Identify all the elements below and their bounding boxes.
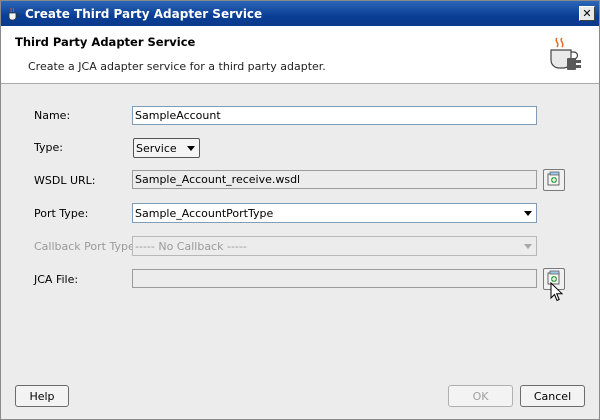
dialog-window: Create Third Party Adapter Service ✕ Thi… [0, 0, 600, 420]
callback-port-type-select: ----- No Callback ----- [132, 236, 537, 256]
chevron-down-icon [520, 237, 536, 255]
wsdl-url-label: WSDL URL: [34, 174, 96, 187]
type-label: Type: [34, 141, 63, 154]
callback-port-type-label: Callback Port Type: [34, 240, 139, 253]
close-icon: ✕ [582, 7, 592, 20]
header-panel: Third Party Adapter Service Create a JCA… [1, 26, 599, 84]
page-description: Create a JCA adapter service for a third… [28, 60, 326, 73]
name-input[interactable]: SampleAccount [132, 106, 537, 125]
port-type-label: Port Type: [34, 207, 89, 220]
name-label: Name: [34, 109, 71, 122]
browse-icon [546, 171, 562, 190]
wsdl-browse-button[interactable] [543, 169, 565, 191]
jca-file-label: JCA File: [34, 273, 79, 286]
ok-button: OK [448, 385, 513, 407]
chevron-down-icon [183, 139, 199, 157]
coffee-cup-icon [5, 6, 21, 22]
type-select-value: Service [136, 141, 177, 155]
jca-file-field[interactable] [132, 269, 537, 288]
mouse-cursor-icon [550, 281, 564, 302]
wsdl-url-field[interactable]: Sample_Account_receive.wsdl [132, 170, 537, 189]
page-title: Third Party Adapter Service [15, 35, 196, 49]
chevron-down-icon [520, 204, 536, 222]
callback-port-type-value: ----- No Callback ----- [135, 239, 247, 253]
cancel-button[interactable]: Cancel [520, 385, 585, 407]
close-button[interactable]: ✕ [579, 6, 595, 21]
port-type-select-value: Sample_AccountPortType [135, 206, 274, 220]
help-button[interactable]: Help [15, 385, 69, 407]
coffee-cup-adapter-icon [545, 34, 585, 74]
title-bar[interactable]: Create Third Party Adapter Service ✕ [1, 1, 599, 26]
port-type-select[interactable]: Sample_AccountPortType [132, 203, 537, 223]
type-select[interactable]: Service [133, 138, 200, 158]
window-title: Create Third Party Adapter Service [25, 6, 263, 21]
